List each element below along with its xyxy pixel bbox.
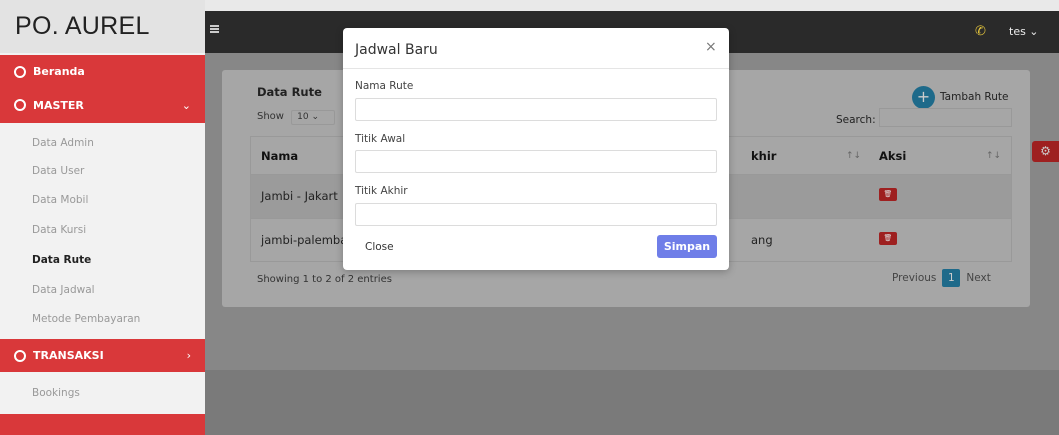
titik-awal-label: Titik Awal (355, 133, 406, 145)
column-header-aksi[interactable]: Aksi (879, 149, 906, 163)
close-icon[interactable]: × (705, 39, 717, 55)
sidebar-item-data-mobil[interactable]: Data Mobil (0, 194, 205, 206)
cell-nama: jambi-palemba (261, 233, 348, 247)
pagination: Previous 1 Next (892, 269, 991, 287)
chevron-down-icon: ⌄ (181, 98, 191, 112)
add-route-button[interactable]: Tambah Rute (940, 91, 1009, 103)
titik-akhir-label: Titik Akhir (355, 185, 408, 197)
sidebar-item-data-admin[interactable]: Data Admin (0, 137, 205, 149)
dashboard-icon (14, 349, 26, 362)
sidebar-item-label: Beranda (33, 65, 85, 78)
show-label: Show (257, 111, 284, 122)
save-button[interactable]: Simpan (657, 235, 717, 258)
add-route-icon[interactable]: + (912, 86, 935, 109)
sidebar-item-metode-pembayaran[interactable]: Metode Pembayaran (0, 313, 205, 325)
close-button[interactable]: Close (365, 241, 394, 253)
content-footer-area (205, 370, 1059, 435)
column-header-nama[interactable]: Nama (261, 149, 298, 163)
titik-akhir-input[interactable] (355, 203, 717, 226)
sidebar-item-bookings[interactable]: Bookings (0, 387, 205, 399)
sidebar-item-data-jadwal[interactable]: Data Jadwal (0, 284, 205, 296)
pagination-next[interactable]: Next (966, 272, 990, 284)
pagination-previous[interactable]: Previous (892, 272, 936, 284)
sidebar-item-data-kursi[interactable]: Data Kursi (0, 224, 205, 236)
gear-icon[interactable]: ⚙ (1032, 141, 1059, 162)
dashboard-icon (14, 65, 26, 78)
trash-icon[interactable]: 🗑 (879, 188, 897, 201)
cell-nama: Jambi - Jakart (261, 189, 338, 203)
column-header-titik-akhir[interactable]: khir (751, 149, 776, 163)
titik-awal-input[interactable] (355, 150, 717, 173)
cell-titik-akhir: ang (751, 233, 773, 247)
card-title: Data Rute (257, 85, 322, 99)
entries-select[interactable]: 10 ⌄ (291, 110, 336, 125)
nama-rute-label: Nama Rute (355, 80, 414, 92)
hamburger-icon[interactable] (210, 25, 219, 33)
entries-info: Showing 1 to 2 of 2 entries (257, 274, 392, 285)
sort-icon[interactable]: ↑↓ (986, 151, 1001, 161)
brand-logo[interactable]: PO. AUREL (0, 0, 205, 53)
sort-icon[interactable]: ↑↓ (846, 151, 861, 161)
sidebar: PO. AUREL Beranda MASTER ⌄ Data Admin Da… (0, 0, 205, 435)
dashboard-icon (14, 99, 26, 111)
nama-rute-input[interactable] (355, 98, 717, 121)
user-menu[interactable]: tes ⌄ (1009, 25, 1039, 38)
modal-title: Jadwal Baru (355, 42, 438, 58)
sidebar-section-master[interactable]: MASTER ⌄ (0, 87, 205, 123)
new-schedule-modal: Jadwal Baru × Nama Rute Titik Awal Titik… (343, 28, 729, 270)
search-label: Search: (836, 114, 876, 126)
trash-icon[interactable]: 🗑 (879, 232, 897, 245)
sidebar-item-data-rute[interactable]: Data Rute (0, 254, 205, 266)
sidebar-section-transaksi[interactable]: TRANSAKSI › (0, 339, 205, 372)
chevron-right-icon: › (186, 349, 191, 362)
modal-divider (343, 68, 729, 69)
sidebar-section-more[interactable] (0, 414, 205, 435)
phone-icon[interactable]: ✆ (975, 24, 986, 39)
show-entries: Show 10 ⌄ (257, 110, 336, 125)
sidebar-item-beranda[interactable]: Beranda (0, 55, 205, 88)
sidebar-item-data-user[interactable]: Data User (0, 165, 205, 177)
search-input[interactable] (879, 108, 1012, 127)
sidebar-section-label: MASTER (33, 98, 84, 112)
sidebar-section-label: TRANSAKSI (33, 349, 104, 362)
pagination-page-1[interactable]: 1 (942, 269, 961, 287)
